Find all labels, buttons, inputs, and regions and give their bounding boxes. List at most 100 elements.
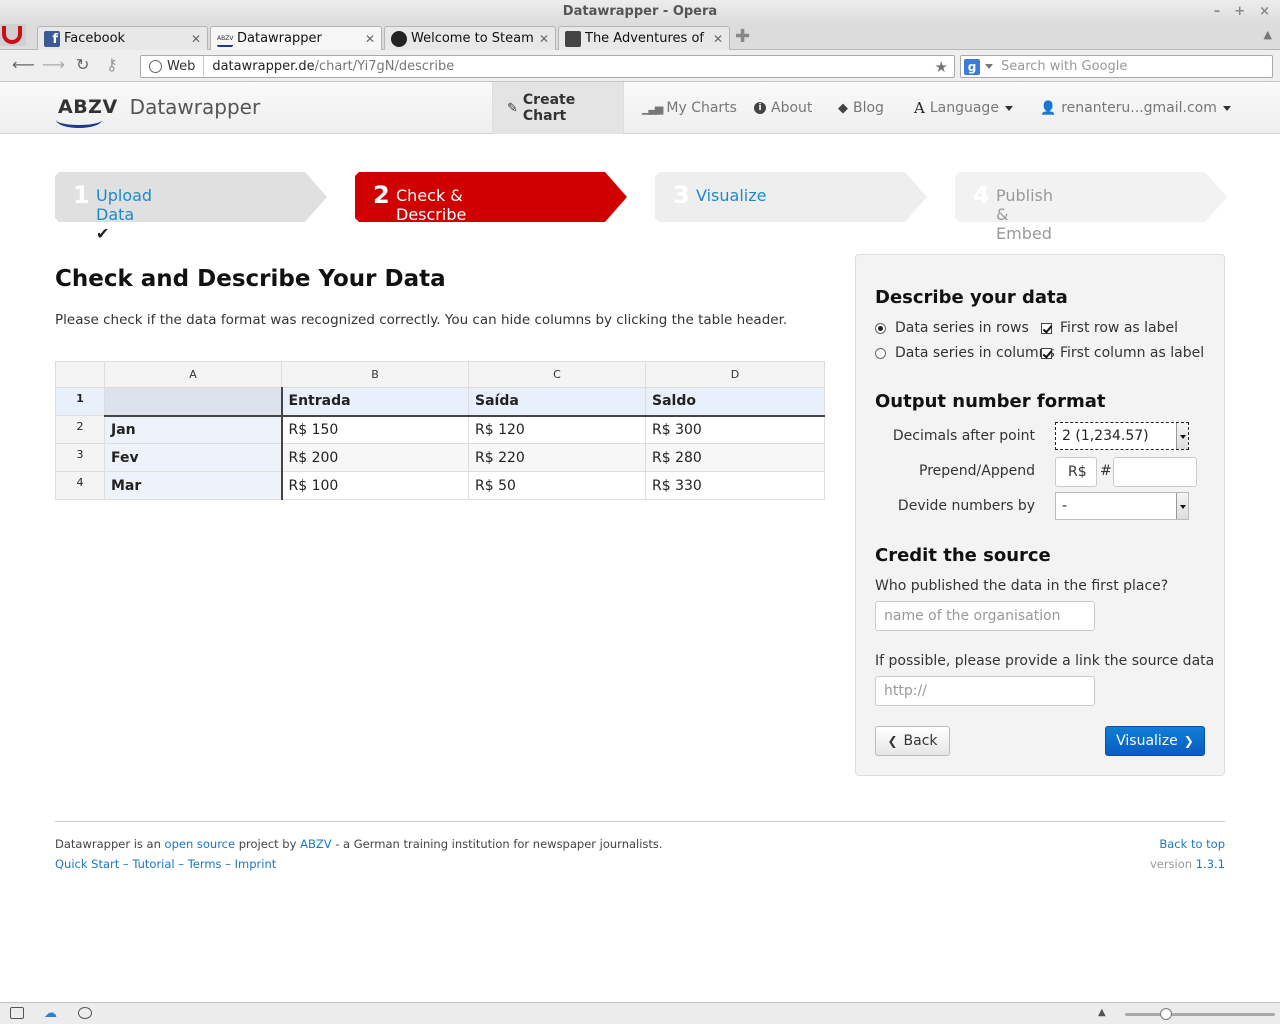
quick-start-link[interactable]: Quick Start <box>55 857 119 871</box>
table-cell[interactable]: R$ 300 <box>645 415 825 444</box>
tab-datawrapper[interactable]: ABZV Datawrapper ✕ <box>210 26 382 50</box>
checkbox-checked[interactable] <box>1041 347 1052 359</box>
table-cell[interactable]: R$ 120 <box>468 415 646 444</box>
table-cell[interactable]: Saída <box>468 387 646 417</box>
tab-adventures[interactable]: The Adventures of ... ✕ <box>558 26 730 50</box>
imprint-link[interactable]: Imprint <box>235 857 277 871</box>
rows-radio-option[interactable]: Data series in rows <box>875 320 1029 336</box>
back-button[interactable]: ❮ Back <box>875 726 950 756</box>
abzv-favicon-icon: ABZV <box>217 31 233 47</box>
decimals-select[interactable]: 2 (1,234.57) <box>1055 422 1189 450</box>
step-label: Visualize <box>696 186 767 205</box>
close-window-icon[interactable]: × <box>1259 0 1270 24</box>
url-field[interactable]: Web datawrapper.de/chart/Yi7gN/describe … <box>140 55 955 78</box>
zoom-slider-track[interactable] <box>1125 1013 1275 1016</box>
append-input[interactable] <box>1113 457 1197 487</box>
back-arrow-icon[interactable]: ⟵ <box>12 56 35 74</box>
table-cell[interactable]: R$ 200 <box>281 443 469 472</box>
terms-link[interactable]: Terms <box>188 857 222 871</box>
panel-toggle-icon[interactable] <box>10 1007 24 1019</box>
checkmark-icon: ✔ <box>96 224 110 243</box>
open-source-link[interactable]: open source <box>165 837 236 851</box>
opera-menu-button[interactable] <box>0 24 26 46</box>
checkbox-checked[interactable] <box>1041 322 1052 334</box>
table-cell[interactable]: R$ 280 <box>645 443 825 472</box>
tab-facebook[interactable]: f Facebook ✕ <box>37 26 208 50</box>
new-tab-icon[interactable]: ✚ <box>735 28 750 46</box>
zoom-slider-handle[interactable] <box>1160 1008 1172 1020</box>
column-header-row: A B C D <box>55 361 825 388</box>
tab-steam[interactable]: Welcome to Steam ✕ <box>384 26 556 50</box>
info-icon: i <box>754 102 766 114</box>
forward-arrow-icon[interactable]: ⟶ <box>42 56 65 74</box>
row-number: 3 <box>55 443 105 472</box>
prepend-input[interactable]: R$ <box>1055 457 1097 487</box>
maximize-icon[interactable]: + <box>1234 0 1245 24</box>
table-cell[interactable]: R$ 150 <box>281 415 469 444</box>
column-header-a[interactable]: A <box>104 361 282 388</box>
table-cell[interactable]: R$ 330 <box>645 471 825 500</box>
column-header-b[interactable]: B <box>281 361 469 388</box>
nav-about[interactable]: i About <box>740 82 826 134</box>
search-field[interactable]: g Search with Google <box>960 55 1273 78</box>
first-row-label-checkbox[interactable]: First row as label <box>1041 320 1178 336</box>
reload-icon[interactable]: ↻ <box>76 56 89 74</box>
table-cell[interactable]: R$ 100 <box>281 471 469 500</box>
back-to-top-link[interactable]: Back to top <box>1159 837 1225 851</box>
first-column-label-checkbox[interactable]: First column as label <box>1041 345 1204 361</box>
table-row: 1 Entrada Saída Saldo <box>55 387 825 417</box>
abzv-link[interactable]: ABZV <box>300 837 332 851</box>
key-icon[interactable]: ⚷ <box>106 56 118 74</box>
table-cell[interactable]: Jan <box>104 415 283 444</box>
table-cell[interactable]: Entrada <box>281 387 469 417</box>
radio-selected[interactable] <box>875 322 886 334</box>
site-info-badge[interactable]: Web <box>141 56 205 77</box>
cloud-icon[interactable]: ☁ <box>44 1006 57 1021</box>
visualize-button[interactable]: Visualize ❯ <box>1105 726 1205 756</box>
minimize-icon[interactable]: – <box>1214 0 1221 24</box>
url-text: datawrapper.de/chart/Yi7gN/describe <box>204 59 934 74</box>
tutorial-link[interactable]: Tutorial <box>132 857 174 871</box>
step-label: Publish & Embed <box>996 186 1054 243</box>
search-placeholder: Search with Google <box>1001 59 1128 74</box>
close-tab-icon[interactable]: ✕ <box>713 32 723 46</box>
table-cell[interactable]: R$ 220 <box>468 443 646 472</box>
source-name-input[interactable]: name of the organisation <box>875 601 1095 631</box>
web-label: Web <box>167 59 196 74</box>
table-cell[interactable]: Saldo <box>645 387 825 417</box>
close-tab-icon[interactable]: ✕ <box>191 32 201 46</box>
columns-radio-option[interactable]: Data series in columns <box>875 345 1055 361</box>
nav-blog[interactable]: ◆ Blog <box>824 82 898 134</box>
version-link[interactable]: 1.3.1 <box>1196 857 1225 871</box>
tab-list-chevron-icon[interactable]: ▲ <box>1264 28 1272 41</box>
nav-language[interactable]: A Language <box>900 82 1027 134</box>
nav-my-charts[interactable]: ▁▃▅ My Charts <box>628 82 751 134</box>
table-cell[interactable] <box>104 387 283 417</box>
search-engine-chevron-icon[interactable] <box>985 64 993 69</box>
zoom-up-icon[interactable]: ▲ <box>1098 1007 1106 1018</box>
radio-unselected[interactable] <box>875 347 886 359</box>
table-cell[interactable]: Fev <box>104 443 283 472</box>
nav-create-chart[interactable]: ✎ Create Chart <box>492 82 624 134</box>
divide-select[interactable]: - <box>1055 492 1189 520</box>
step-number: 2 <box>373 181 390 209</box>
user-icon: 👤 <box>1040 100 1057 116</box>
table-cell[interactable]: R$ 50 <box>468 471 646 500</box>
site-logo[interactable]: ABZV Datawrapper <box>56 90 260 128</box>
footer-links: Quick Start – Tutorial – Terms – Imprint <box>55 857 277 871</box>
source-url-input[interactable]: http:// <box>875 676 1095 706</box>
column-header-c[interactable]: C <box>468 361 646 388</box>
footer-credit: Datawrapper is an open source project by… <box>55 837 663 851</box>
close-tab-icon[interactable]: ✕ <box>539 32 549 46</box>
steam-favicon-icon <box>391 30 407 47</box>
column-header-d[interactable]: D <box>645 361 825 388</box>
bookmark-star-icon[interactable]: ★ <box>935 58 954 76</box>
table-cell[interactable]: Mar <box>104 471 283 500</box>
nav-user[interactable]: 👤 renanteru...gmail.com <box>1026 82 1245 134</box>
tag-icon: ◆ <box>838 100 848 116</box>
page-title: Check and Describe Your Data <box>55 266 446 292</box>
close-tab-icon[interactable]: ✕ <box>365 32 375 46</box>
speed-dial-icon[interactable] <box>78 1007 92 1019</box>
corner-cell <box>55 361 105 388</box>
tab-label: Datawrapper <box>237 31 322 46</box>
